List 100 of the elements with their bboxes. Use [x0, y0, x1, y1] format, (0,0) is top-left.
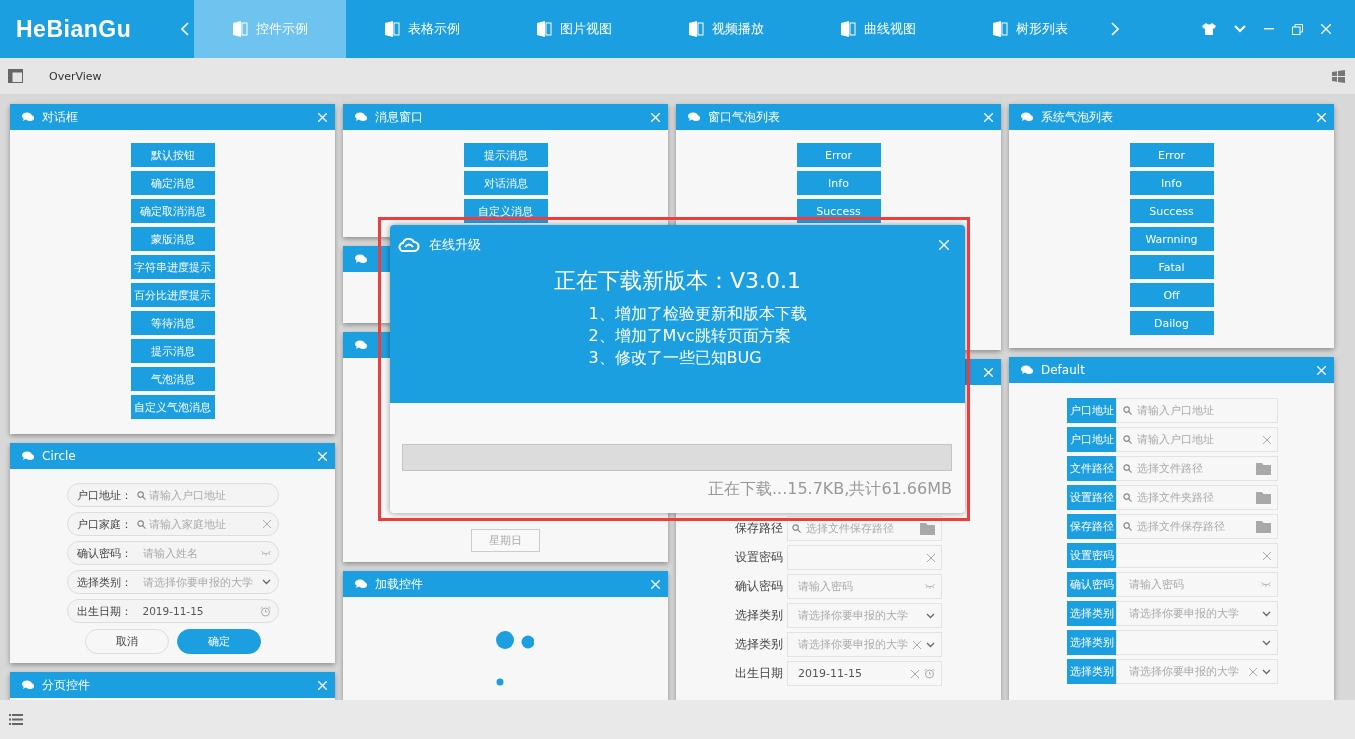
button[interactable]: Info — [796, 171, 881, 195]
clear-icon[interactable] — [262, 520, 271, 528]
button[interactable]: Off — [1129, 283, 1214, 307]
clear-icon[interactable] — [913, 640, 921, 649]
close-icon[interactable] — [1317, 365, 1326, 375]
input-field[interactable] — [1116, 543, 1278, 568]
input-field[interactable]: 请选择你要申报的大学 — [787, 632, 942, 657]
alarm-clock-icon[interactable] — [259, 605, 271, 617]
input-field[interactable]: 选择文件保存路径 — [1116, 514, 1278, 539]
button[interactable]: 确定取消消息 — [130, 199, 215, 223]
input-field[interactable]: 户口地址： 请输入户口地址 — [66, 483, 279, 507]
layout-icon[interactable] — [8, 69, 23, 83]
close-icon[interactable] — [651, 112, 660, 122]
chevron-left-icon[interactable] — [181, 22, 189, 36]
input-field[interactable]: 2019-11-15 — [787, 661, 942, 686]
chevron-down-icon[interactable] — [1262, 610, 1271, 617]
clear-icon[interactable] — [1263, 551, 1271, 560]
button[interactable]: 自定义气泡消息 — [130, 395, 215, 419]
clear-icon[interactable] — [927, 553, 935, 562]
button[interactable]: Error — [796, 143, 881, 167]
input-field[interactable]: 确认密码： 请输入姓名 — [66, 541, 279, 565]
input-field[interactable]: 选择类别： 请选择你要申报的大学 — [66, 570, 279, 594]
button[interactable]: Success — [1129, 199, 1214, 223]
text-input[interactable]: 请选择你要申报的大学 — [136, 576, 259, 588]
input-field[interactable]: 请选择你要申报的大学 — [1116, 601, 1278, 626]
shirt-icon[interactable] — [1202, 23, 1216, 35]
button[interactable]: 提示消息 — [463, 143, 548, 167]
chevron-right-icon[interactable] — [1111, 22, 1119, 36]
text-input[interactable]: 请输入密码 — [1123, 578, 1256, 591]
text-input[interactable]: 请选择你要申报的大学 — [1123, 607, 1257, 620]
eye-closed-icon[interactable] — [260, 550, 271, 556]
tab[interactable]: 树形列表 — [954, 0, 1106, 58]
tab[interactable]: 表格示例 — [346, 0, 498, 58]
text-input[interactable]: 请输入姓名 — [136, 547, 258, 559]
input-field[interactable]: 请输入密码 — [1116, 572, 1278, 597]
folder-icon[interactable] — [1256, 462, 1271, 475]
windows-icon[interactable] — [1332, 69, 1345, 83]
button[interactable]: 蒙版消息 — [130, 227, 215, 251]
button[interactable]: 默认按钮 — [130, 143, 215, 167]
button[interactable]: 确定 — [176, 629, 261, 654]
text-input[interactable]: 2019-11-15 — [792, 667, 906, 680]
text-input[interactable]: 请输入户口地址 — [1137, 433, 1258, 446]
text-input[interactable]: 请输入户口地址 — [1137, 404, 1271, 417]
text-input[interactable]: 选择文件路径 — [1137, 462, 1251, 475]
input-field[interactable] — [787, 545, 942, 570]
alarm-clock-icon[interactable] — [924, 668, 935, 679]
text-input[interactable]: 请选择你要申报的大学 — [792, 609, 921, 622]
text-input[interactable]: 请选择你要申报的大学 — [1123, 665, 1244, 678]
input-field[interactable]: 请输入户口地址 — [1116, 398, 1278, 423]
clear-icon[interactable] — [1249, 667, 1257, 676]
text-input[interactable]: 选择文件保存路径 — [806, 522, 915, 535]
close-icon[interactable] — [651, 579, 660, 589]
button[interactable]: Info — [1129, 171, 1214, 195]
close-icon[interactable] — [318, 680, 327, 690]
button[interactable]: 百分比进度提示 — [130, 283, 215, 307]
button[interactable]: 确定消息 — [130, 171, 215, 195]
folder-icon[interactable] — [1256, 491, 1271, 504]
input-field[interactable]: 户口家庭： 请输入家庭地址 — [66, 512, 279, 536]
chevron-down-icon[interactable] — [261, 579, 271, 585]
button[interactable]: Error — [1129, 143, 1214, 167]
button[interactable]: 取消 — [84, 629, 169, 654]
text-input[interactable]: 选择文件夹路径 — [1137, 491, 1251, 504]
tab[interactable]: 视频播放 — [650, 0, 802, 58]
text-input[interactable]: 2019-11-15 — [136, 605, 257, 617]
text-input[interactable]: 请输入密码 — [792, 580, 920, 593]
input-field[interactable]: 请输入户口地址 — [1116, 427, 1278, 452]
chevron-down-icon[interactable] — [1262, 668, 1271, 675]
button[interactable]: 对话消息 — [463, 171, 548, 195]
text-input[interactable]: 请输入户口地址 — [148, 489, 271, 501]
list-icon[interactable] — [9, 714, 23, 725]
close-icon[interactable] — [318, 112, 327, 122]
button[interactable]: Dailog — [1129, 311, 1214, 335]
input-field[interactable]: 请选择你要申报的大学 — [1116, 659, 1278, 684]
input-field[interactable]: 选择文件夹路径 — [1116, 485, 1278, 510]
restore-icon[interactable] — [1292, 23, 1303, 35]
tab[interactable]: 控件示例 — [194, 0, 346, 58]
input-field[interactable]: 出生日期： 2019-11-15 — [66, 599, 279, 623]
close-icon[interactable] — [939, 240, 949, 250]
text-input[interactable]: 选择文件保存路径 — [1137, 520, 1251, 533]
button[interactable]: 气泡消息 — [130, 367, 215, 391]
tab[interactable]: 曲线视图 — [802, 0, 954, 58]
close-icon[interactable] — [984, 112, 993, 122]
chevron-down-icon[interactable] — [926, 612, 935, 619]
minimize-icon[interactable] — [1264, 28, 1274, 30]
button[interactable]: 提示消息 — [130, 339, 215, 363]
close-icon[interactable] — [318, 451, 327, 461]
button[interactable]: Warnning — [1129, 227, 1214, 251]
close-icon[interactable] — [1321, 24, 1331, 34]
input-field[interactable] — [1116, 630, 1278, 655]
eye-closed-icon[interactable] — [1261, 582, 1271, 587]
input-field[interactable]: 选择文件路径 — [1116, 456, 1278, 481]
chevron-down-icon[interactable] — [1262, 639, 1271, 646]
clear-icon[interactable] — [911, 669, 919, 678]
tab[interactable]: 图片视图 — [498, 0, 650, 58]
text-input[interactable]: 请选择你要申报的大学 — [792, 638, 908, 651]
folder-icon[interactable] — [1256, 520, 1271, 533]
eye-closed-icon[interactable] — [925, 584, 935, 589]
input-field[interactable]: 请选择你要申报的大学 — [787, 603, 942, 628]
input-field[interactable]: 请输入密码 — [787, 574, 942, 599]
button[interactable]: 等待消息 — [130, 311, 215, 335]
